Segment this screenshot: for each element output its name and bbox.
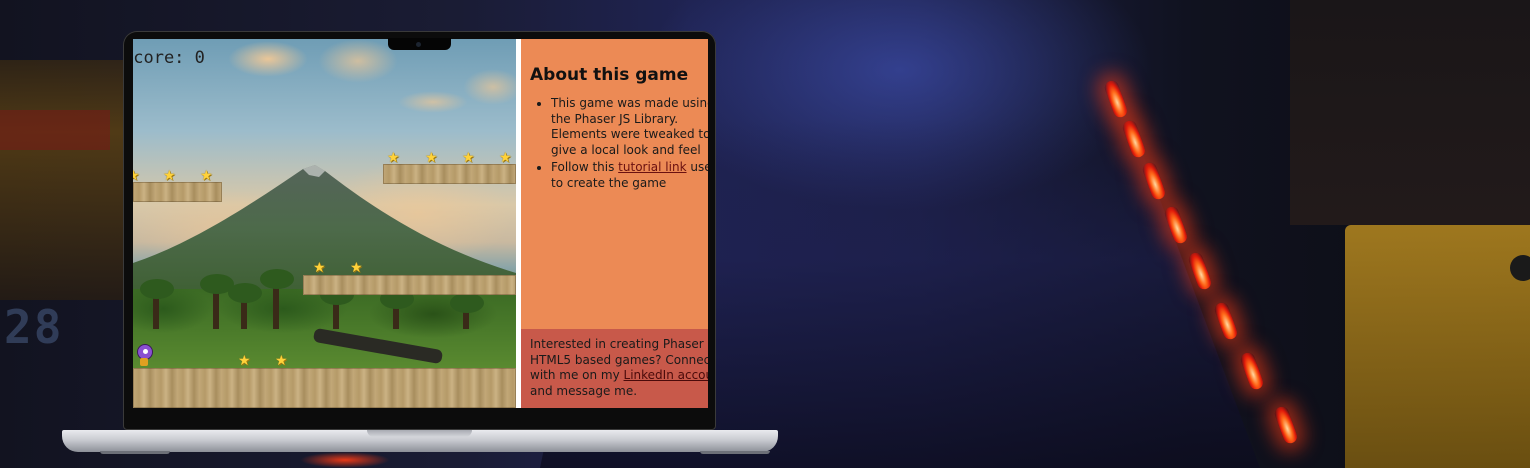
- laptop-foot: [100, 451, 170, 454]
- contact-text-end: and message me.: [530, 383, 638, 398]
- game-canvas[interactable]: Score: 0 ★ ★ ★ ★ ★ ★ ★ ★ ★ ★ ★: [133, 39, 516, 408]
- background-right-panel: [1345, 225, 1530, 468]
- cloud: [398, 91, 468, 113]
- star-icon: ★: [238, 353, 251, 369]
- led-light: [1186, 250, 1214, 292]
- background-left-strip: [0, 110, 110, 150]
- camera-icon: [416, 42, 421, 47]
- laptop-foot: [700, 451, 770, 454]
- ground: [133, 368, 516, 408]
- star-icon: ★: [425, 150, 438, 166]
- linkedin-link[interactable]: LinkedIn account: [624, 368, 708, 382]
- led-light: [1120, 118, 1148, 160]
- led-light: [1272, 404, 1300, 446]
- star-icon: ★: [163, 168, 176, 184]
- platform: [303, 275, 516, 295]
- about-title: About this game: [530, 65, 689, 85]
- contact-panel: Interested in creating Phaser HTML5 base…: [521, 329, 708, 408]
- led-light: [1102, 78, 1130, 120]
- led-light: [1140, 160, 1168, 202]
- star-icon: ★: [275, 353, 288, 369]
- cloud: [318, 39, 398, 83]
- led-light: [1212, 300, 1240, 342]
- laptop-screen: Score: 0 ★ ★ ★ ★ ★ ★ ★ ★ ★ ★ ★ About thi…: [133, 39, 708, 408]
- background-scoreboard-digits: 28: [4, 300, 64, 354]
- cloud: [463, 69, 516, 105]
- tutorial-link[interactable]: tutorial link: [618, 160, 686, 174]
- platform: [133, 182, 222, 202]
- led-strip: [1095, 70, 1345, 468]
- player-character-icon: [136, 344, 153, 366]
- star-icon: ★: [350, 260, 363, 276]
- background-knob: [1510, 255, 1530, 281]
- about-item: Follow this tutorial link used to create…: [551, 160, 708, 191]
- about-item-text: This game was made using the Phaser JS L…: [551, 96, 708, 157]
- about-item-text: Follow this: [551, 160, 619, 174]
- laptop-opening-lip: [367, 430, 472, 437]
- background-left-machine: [0, 60, 130, 300]
- platform: [383, 164, 516, 184]
- about-list: This game was made using the Phaser JS L…: [530, 96, 708, 191]
- star-icon: ★: [313, 260, 326, 276]
- score-text: Score: 0: [133, 48, 205, 68]
- star-icon: ★: [133, 168, 140, 184]
- cloud: [228, 41, 308, 77]
- star-icon: ★: [200, 168, 213, 184]
- contact-text: Interested in creating Phaser HTML5 base…: [530, 337, 708, 399]
- led-light: [1162, 204, 1190, 246]
- star-icon: ★: [387, 150, 400, 166]
- bottom-glow: [300, 452, 390, 468]
- star-icon: ★: [499, 150, 512, 166]
- led-light: [1238, 350, 1266, 392]
- star-icon: ★: [462, 150, 475, 166]
- about-item: This game was made using the Phaser JS L…: [551, 96, 708, 158]
